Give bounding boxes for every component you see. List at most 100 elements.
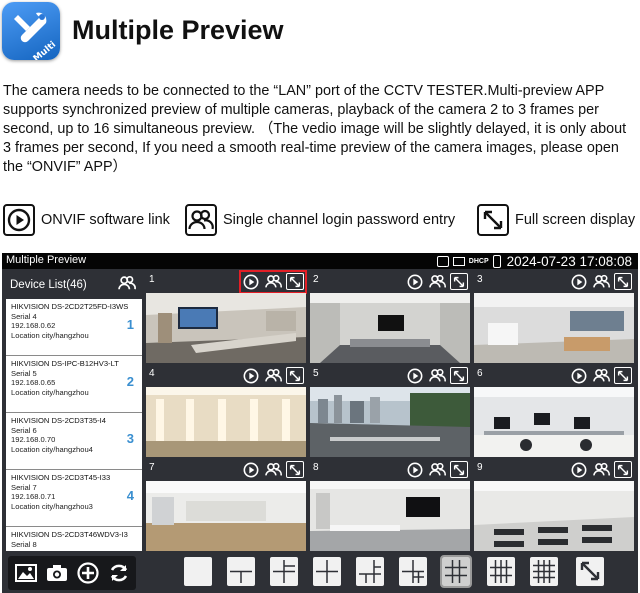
bottom-left-tools — [8, 556, 136, 590]
preview-cell-7[interactable]: 7 — [145, 459, 308, 552]
preview-cell-4[interactable]: 4 — [145, 365, 308, 458]
play-circle-icon[interactable] — [570, 461, 588, 478]
cell-number: 6 — [477, 368, 483, 379]
expand-icon[interactable] — [286, 273, 304, 290]
legend-fullscreen: Full screen display — [477, 204, 635, 236]
play-circle-icon[interactable] — [242, 461, 260, 478]
layout-9-button[interactable] — [440, 555, 472, 588]
layout-12-button[interactable] — [487, 557, 515, 586]
cell-number: 7 — [149, 462, 155, 473]
list-item[interactable]: HIKVISION DS-2CD3T45-I33 Serial 7 192.16… — [6, 470, 142, 527]
preview-cell-3[interactable]: 3 — [473, 271, 636, 364]
list-item[interactable]: HIKVISION DS-2CD3T35-I4 Serial 6 192.168… — [6, 413, 142, 470]
bottom-toolbar — [2, 552, 638, 593]
preview-cell-5[interactable]: 5 — [309, 365, 472, 458]
users-icon[interactable] — [264, 367, 282, 384]
device-serial: Serial 7 — [11, 482, 37, 492]
device-ip: 192.168.0.62 — [11, 321, 56, 330]
expand-icon[interactable] — [614, 273, 632, 290]
play-circle-icon[interactable] — [406, 461, 424, 478]
device-name: HIKVISION DS-2CD2T25FD-I3WS — [11, 302, 129, 311]
preview-cell-8[interactable]: 8 — [309, 459, 472, 552]
users-icon[interactable] — [592, 273, 610, 290]
device-name: HIKVISION DS-IPC-B12HV3-LT — [11, 359, 119, 368]
device-list: Device List(46) HIKVISION DS-2CD2T25FD-I… — [6, 271, 142, 551]
camera-feed-training-room — [474, 481, 634, 551]
fullscreen-button[interactable] — [576, 557, 604, 586]
camera-feed-corridor — [146, 387, 306, 457]
cell-toolbar — [242, 461, 304, 479]
storage-icon — [436, 255, 449, 267]
cell-toolbar — [242, 367, 304, 385]
add-icon[interactable] — [75, 560, 101, 586]
play-circle-icon[interactable] — [570, 273, 588, 290]
legend-login-label: Single channel login password entry — [223, 212, 456, 228]
battery-icon — [492, 254, 501, 268]
device-serial: Serial 4 — [11, 311, 37, 321]
expand-icon[interactable] — [614, 367, 632, 384]
users-icon[interactable] — [428, 367, 446, 384]
device-location: Location city/hangzhou3 — [11, 501, 93, 511]
device-name: HIKVISION DS-2CD3T35-I4 — [11, 416, 106, 425]
device-ip: 192.168.0.71 — [11, 492, 56, 501]
layout-1-button[interactable] — [184, 557, 212, 586]
expand-icon — [477, 204, 509, 236]
list-item[interactable]: HIKVISION DS-2CD2T25FD-I3WS Serial 4 192… — [6, 299, 142, 356]
camera-feed-office-desks — [474, 293, 634, 363]
play-circle-icon[interactable] — [242, 367, 260, 384]
expand-icon[interactable] — [450, 367, 468, 384]
cell-number: 2 — [313, 274, 319, 285]
expand-icon[interactable] — [450, 273, 468, 290]
users-icon[interactable] — [592, 461, 610, 478]
device-screen: Multiple Preview DHCP 2024-07-23 17:08:0… — [2, 253, 638, 593]
preview-cell-6[interactable]: 6 — [473, 365, 636, 458]
play-circle-icon[interactable] — [406, 273, 424, 290]
device-name: HIKVISION DS-2CD3T45-I33 — [11, 473, 111, 482]
cell-toolbar — [406, 367, 468, 385]
users-icon[interactable] — [118, 275, 136, 296]
device-index: 4 — [126, 488, 134, 503]
expand-icon[interactable] — [614, 461, 632, 478]
users-icon[interactable] — [592, 367, 610, 384]
layout-3-button[interactable] — [270, 557, 298, 586]
expand-icon[interactable] — [286, 461, 304, 478]
legend-onvif-label: ONVIF software link — [41, 212, 170, 228]
users-icon[interactable] — [264, 273, 282, 290]
list-item[interactable]: HIKVISION DS-2CD3T46WDV3-I3 Serial 8 5 — [6, 527, 142, 551]
cell-number: 5 — [313, 368, 319, 379]
preview-cell-2[interactable]: 2 — [309, 271, 472, 364]
play-circle-icon[interactable] — [406, 367, 424, 384]
cell-toolbar-highlighted — [239, 270, 307, 294]
expand-icon — [580, 561, 600, 581]
layout-4-button[interactable] — [313, 557, 341, 586]
legend-fullscreen-label: Full screen display — [515, 212, 636, 228]
users-icon[interactable] — [264, 461, 282, 478]
cell-toolbar — [570, 273, 632, 291]
layout-6-button[interactable] — [356, 557, 384, 586]
preview-cell-9[interactable]: 9 — [473, 459, 636, 552]
users-icon[interactable] — [428, 273, 446, 290]
expand-icon[interactable] — [450, 461, 468, 478]
cell-number: 3 — [477, 274, 483, 285]
camera-feed-conference-room — [146, 293, 306, 363]
status-indicators: DHCP 2024-07-23 17:08:08 — [436, 253, 632, 269]
device-name: HIKVISION DS-2CD3T46WDV3-I3 — [11, 530, 128, 539]
device-list-title: Device List(46) — [10, 279, 87, 291]
gallery-icon[interactable] — [13, 560, 39, 586]
expand-icon[interactable] — [286, 367, 304, 384]
play-circle-icon[interactable] — [570, 367, 588, 384]
layout-7-button[interactable] — [399, 557, 427, 586]
users-icon[interactable] — [428, 461, 446, 478]
dhcp-indicator: DHCP — [468, 257, 489, 265]
layout-2-button[interactable] — [227, 557, 255, 586]
preview-cell-1[interactable]: 1 — [145, 270, 308, 364]
camera-icon[interactable] — [44, 560, 70, 586]
refresh-icon[interactable] — [106, 560, 132, 586]
cell-number: 4 — [149, 368, 155, 379]
layout-16-button[interactable] — [530, 557, 558, 586]
list-item[interactable]: HIKVISION DS-IPC-B12HV3-LT Serial 5 192.… — [6, 356, 142, 413]
status-datetime: 2024-07-23 17:08:08 — [506, 253, 632, 269]
play-circle-icon — [3, 204, 35, 236]
device-ip: 192.168.0.70 — [11, 435, 56, 444]
play-circle-icon[interactable] — [242, 273, 260, 290]
